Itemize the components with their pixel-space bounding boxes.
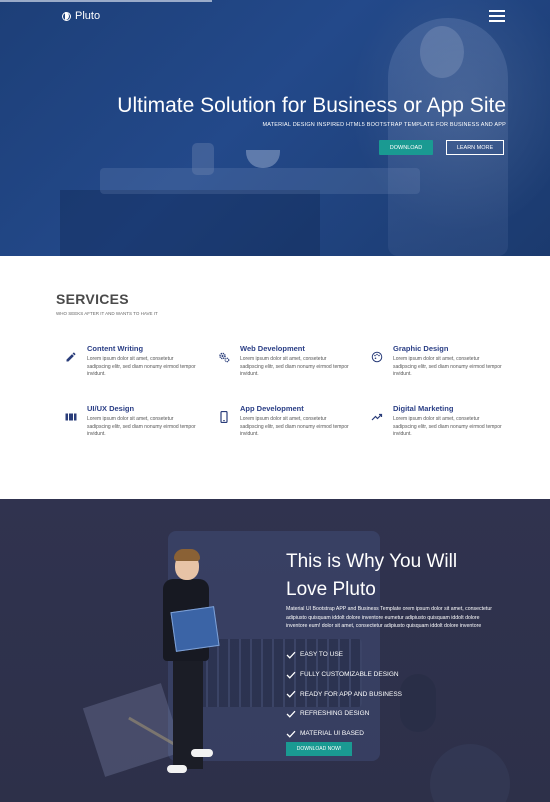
feature-item: READY FOR APP AND BUSINESS [286, 684, 402, 704]
checkmark-icon [286, 651, 296, 659]
loading-bar [0, 0, 212, 2]
hero-title: Ultimate Solution for Business or App Si… [117, 94, 506, 117]
feature-item: FULLY CUSTOMIZABLE DESIGN [286, 665, 402, 685]
service-content-writing[interactable]: Content Writing Lorem ipsum dolor sit am… [66, 344, 227, 379]
hero-photo-head [420, 26, 464, 78]
why-description: Material UI Bootstrap APP and Business T… [286, 606, 492, 629]
services-section: SERVICES WHO SEEKS AFTER IT AND WANTS TO… [0, 256, 550, 499]
boy-with-books-image [155, 549, 225, 781]
trending-up-icon [371, 413, 383, 421]
pencil-icon [66, 352, 76, 362]
why-pluto-section: This is Why You Will Love Pluto Material… [0, 499, 550, 802]
service-text: Lorem ipsum dolor sit amet, consetetur s… [240, 416, 349, 437]
hero-photo-table [100, 168, 420, 194]
checkmark-icon [286, 690, 296, 698]
feature-item: REFRESHING DESIGN [286, 704, 402, 724]
learn-more-button[interactable]: LEARN MORE [446, 140, 504, 155]
background-cup-image [430, 744, 510, 802]
service-title: Digital Marketing [393, 404, 454, 413]
hamburger-menu-icon[interactable] [489, 10, 505, 22]
services-subheading: WHO SEEKS AFTER IT AND WANTS TO HAVE IT [56, 311, 158, 316]
service-title: App Development [240, 404, 304, 413]
gears-icon [219, 352, 230, 363]
feature-list: EASY TO USE FULLY CUSTOMIZABLE DESIGN RE… [286, 645, 402, 743]
background-mouse-image [400, 674, 436, 732]
download-button[interactable]: DOWNLOAD [379, 140, 433, 155]
hero-subtitle: MATERIAL DESIGN INSPIRED HTML5 BOOTSTRAP… [262, 122, 506, 128]
palette-icon [371, 351, 383, 363]
hero-photo-cup [246, 150, 280, 168]
phone-icon [220, 411, 228, 423]
feature-item: MATERIAL UI BASED [286, 724, 402, 744]
service-title: Content Writing [87, 344, 144, 353]
view-columns-icon [65, 413, 77, 421]
hero-photo-laptop [60, 190, 320, 256]
why-title: This is Why You Will Love Pluto [286, 548, 526, 604]
service-title: Graphic Design [393, 344, 449, 353]
checkmark-icon [286, 710, 296, 718]
service-title: UI/UX Design [87, 404, 135, 413]
hero-section: Pluto Ultimate Solution for Business or … [0, 0, 550, 256]
service-ui-ux-design[interactable]: UI/UX Design Lorem ipsum dolor sit amet,… [65, 404, 227, 439]
pluto-logo-icon [62, 11, 71, 21]
brand-name: Pluto [75, 10, 101, 22]
why-title-line1: This is Why You Will [286, 551, 458, 572]
why-title-line2: Love Pluto [286, 579, 376, 600]
service-text: Lorem ipsum dolor sit amet, consetetur s… [87, 356, 196, 377]
service-text: Lorem ipsum dolor sit amet, consetetur s… [393, 356, 502, 377]
service-text: Lorem ipsum dolor sit amet, consetetur s… [393, 416, 502, 437]
service-app-development[interactable]: App Development Lorem ipsum dolor sit am… [220, 404, 380, 439]
feature-item: EASY TO USE [286, 645, 402, 665]
download-now-button[interactable]: DOWNLOAD NOW! [286, 742, 352, 756]
services-heading: SERVICES [56, 291, 129, 307]
service-digital-marketing[interactable]: Digital Marketing Lorem ipsum dolor sit … [371, 404, 533, 439]
service-text: Lorem ipsum dolor sit amet, consetetur s… [240, 356, 349, 377]
checkmark-icon [286, 671, 296, 679]
service-title: Web Development [240, 344, 305, 353]
brand-logo[interactable]: Pluto [62, 10, 100, 22]
service-graphic-design[interactable]: Graphic Design Lorem ipsum dolor sit ame… [371, 344, 533, 379]
service-web-development[interactable]: Web Development Lorem ipsum dolor sit am… [219, 344, 380, 379]
service-text: Lorem ipsum dolor sit amet, consetetur s… [87, 416, 196, 437]
hero-photo-jar [192, 143, 214, 175]
checkmark-icon [286, 730, 296, 738]
